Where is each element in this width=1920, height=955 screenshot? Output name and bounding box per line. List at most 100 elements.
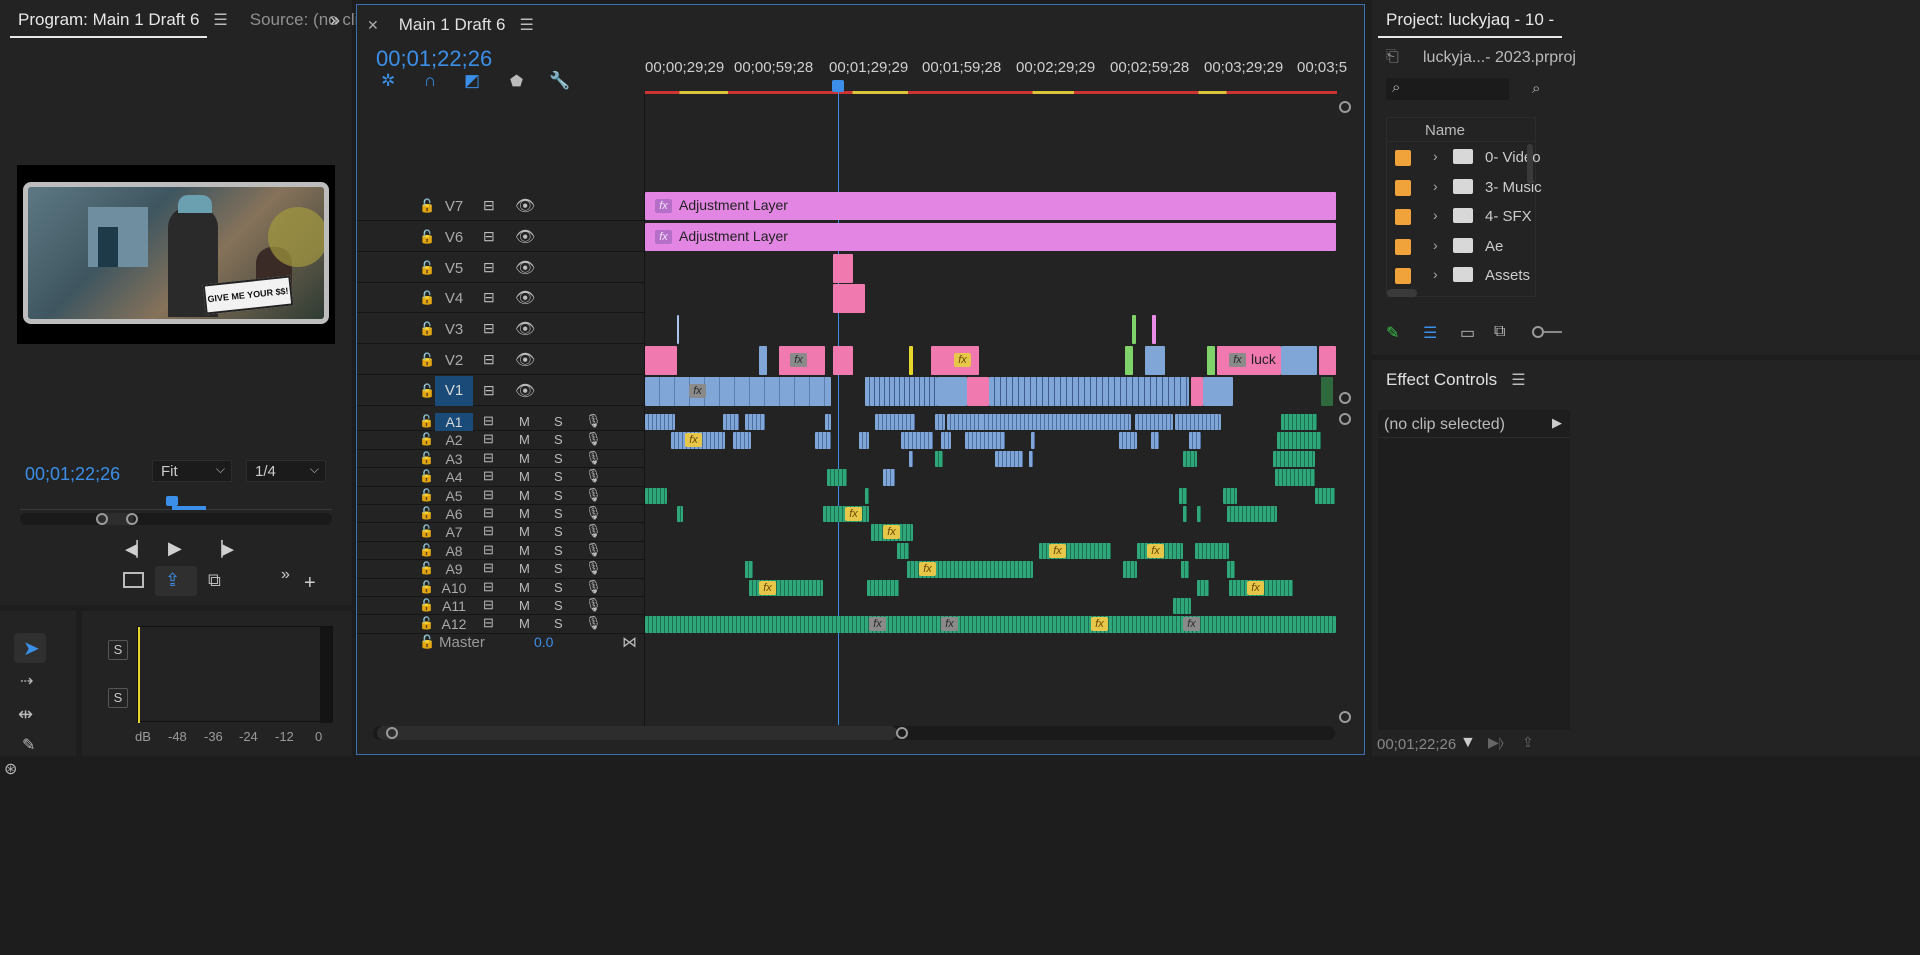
video-clip[interactable] [1125, 346, 1133, 375]
video-clip[interactable] [759, 346, 767, 375]
sync-lock-icon[interactable]: ⊟ [483, 560, 494, 576]
sync-lock-icon[interactable]: ⊟ [483, 197, 495, 214]
audio-clip[interactable] [1029, 450, 1033, 468]
track-name[interactable]: A4 [435, 468, 473, 486]
audio-clip[interactable] [645, 414, 675, 431]
audio-clip[interactable] [745, 414, 765, 431]
sync-lock-icon[interactable]: ⊟ [483, 487, 494, 503]
wrench-icon[interactable]: 🔧 [549, 71, 570, 91]
video-clip[interactable]: luck [1217, 346, 1281, 375]
video-clip[interactable] [1321, 377, 1333, 406]
freeform-view-icon[interactable]: ⧉ [1494, 323, 1505, 341]
audio-clip[interactable] [815, 432, 831, 449]
solo-button[interactable]: S [554, 414, 563, 429]
track-name[interactable]: A2 [435, 431, 473, 449]
audio-clip[interactable] [875, 414, 915, 431]
mute-button[interactable]: M [519, 506, 530, 521]
eye-icon[interactable]: 👁 [515, 227, 535, 247]
mute-button[interactable]: M [519, 543, 530, 558]
solo-button[interactable]: S [554, 598, 563, 613]
audio-clip[interactable] [827, 469, 847, 486]
lock-icon[interactable]: 🔓 [419, 383, 435, 399]
sync-lock-icon[interactable]: ⊟ [483, 597, 494, 613]
expand-chevron-icon[interactable]: › [1433, 266, 1438, 282]
creative-cloud-icon[interactable]: ⊛ [4, 759, 17, 779]
audio-clip[interactable] [1227, 506, 1277, 523]
video-clip[interactable] [1207, 346, 1215, 375]
track-name[interactable]: A6 [435, 505, 473, 523]
pencil-icon[interactable]: ✎ [1386, 323, 1399, 343]
mute-button[interactable]: M [519, 488, 530, 503]
tab-source[interactable]: Source: (no cli [242, 10, 367, 30]
audio-clip[interactable] [1175, 414, 1221, 431]
video-clip[interactable] [1191, 377, 1203, 406]
mute-button[interactable]: M [519, 524, 530, 539]
audio-clip[interactable] [1189, 432, 1201, 449]
video-clip[interactable] [1152, 315, 1156, 344]
eye-icon[interactable]: 👁 [515, 350, 535, 370]
video-clip[interactable] [645, 377, 831, 406]
audio-clip[interactable] [723, 414, 739, 431]
label-color-swatch[interactable] [1395, 150, 1411, 166]
lock-icon[interactable]: 🔓 [419, 598, 434, 612]
audio-clip[interactable] [865, 487, 869, 504]
selection-tool-button[interactable]: ➤ [14, 633, 46, 663]
track-name[interactable]: V5 [435, 260, 473, 277]
lock-icon[interactable]: 🔓 [419, 352, 435, 368]
bin-row[interactable]: › Ae [1387, 233, 1537, 261]
sync-lock-icon[interactable]: ⊟ [483, 579, 494, 595]
folder-up-icon[interactable]: ⎗ [1386, 48, 1399, 66]
audio-clip[interactable] [1277, 432, 1321, 449]
track-name[interactable]: A5 [435, 487, 473, 505]
audio-clip[interactable] [965, 432, 1005, 449]
audio-clip[interactable] [1195, 542, 1229, 560]
tab-project[interactable]: Project: luckyjaq - 10 - [1378, 10, 1563, 38]
audio-clip[interactable] [733, 432, 751, 449]
video-clip[interactable] [677, 315, 679, 344]
mute-button[interactable]: M [519, 414, 530, 429]
linked-selection-icon[interactable]: ◩ [464, 71, 480, 91]
step-forward-icon[interactable]: ▕▶ [211, 540, 234, 558]
sync-lock-icon[interactable]: ⊟ [483, 413, 494, 429]
audio-clip[interactable] [935, 414, 945, 431]
sync-lock-icon[interactable]: ⊟ [483, 431, 494, 447]
solo-button[interactable]: S [554, 543, 563, 558]
sync-lock-icon[interactable]: ⊟ [483, 542, 494, 558]
video-clip[interactable] [833, 284, 865, 313]
lock-icon[interactable]: 🔓 [419, 488, 434, 502]
safe-margins-icon[interactable] [123, 572, 144, 588]
microphone-icon[interactable]: 🎙 [585, 579, 602, 595]
expand-chevron-icon[interactable]: › [1433, 237, 1438, 253]
tab-effect-controls[interactable]: Effect Controls [1378, 370, 1505, 390]
zoom-slider[interactable] [1532, 326, 1562, 338]
lock-icon[interactable]: 🔓 [419, 198, 435, 214]
timeline-timecode[interactable]: 00;01;22;26 [376, 46, 492, 72]
tab-program[interactable]: Program: Main 1 Draft 6 [10, 10, 208, 38]
sync-lock-icon[interactable]: ⊟ [483, 615, 494, 631]
filter-icon[interactable]: ▼ [1460, 734, 1476, 752]
solo-button[interactable]: S [554, 506, 563, 521]
microphone-icon[interactable]: 🎙 [585, 560, 602, 576]
audio-clip[interactable] [1183, 450, 1197, 468]
solo-button-right[interactable]: S [108, 688, 128, 708]
microphone-icon[interactable]: 🎙 [585, 542, 602, 558]
lock-icon[interactable]: 🔓 [419, 432, 434, 446]
menu-icon[interactable]: ☰ [520, 15, 534, 35]
expand-chevron-icon[interactable]: › [1433, 148, 1438, 164]
track-name[interactable]: A12 [435, 615, 473, 633]
audio-clip[interactable] [645, 616, 1336, 633]
play-audio-icon[interactable]: ▶⦊ [1488, 734, 1504, 751]
eye-icon[interactable]: 👁 [515, 258, 535, 278]
track-name[interactable]: V1 [435, 376, 473, 406]
adjustment-layer-clip[interactable]: fx Adjustment Layer [645, 223, 1336, 251]
audio-clip[interactable] [1281, 414, 1317, 431]
track-name[interactable]: A7 [435, 523, 473, 541]
name-column-header[interactable]: Name [1425, 122, 1465, 139]
solo-button-left[interactable]: S [108, 640, 128, 660]
video-clip[interactable] [865, 377, 937, 406]
track-name[interactable]: A11 [435, 597, 473, 615]
mute-button[interactable]: M [519, 561, 530, 576]
lock-icon[interactable]: 🔓 [419, 414, 434, 428]
audio-clip[interactable] [935, 450, 943, 468]
expand-arrow-icon[interactable]: ▶ [1552, 415, 1562, 431]
